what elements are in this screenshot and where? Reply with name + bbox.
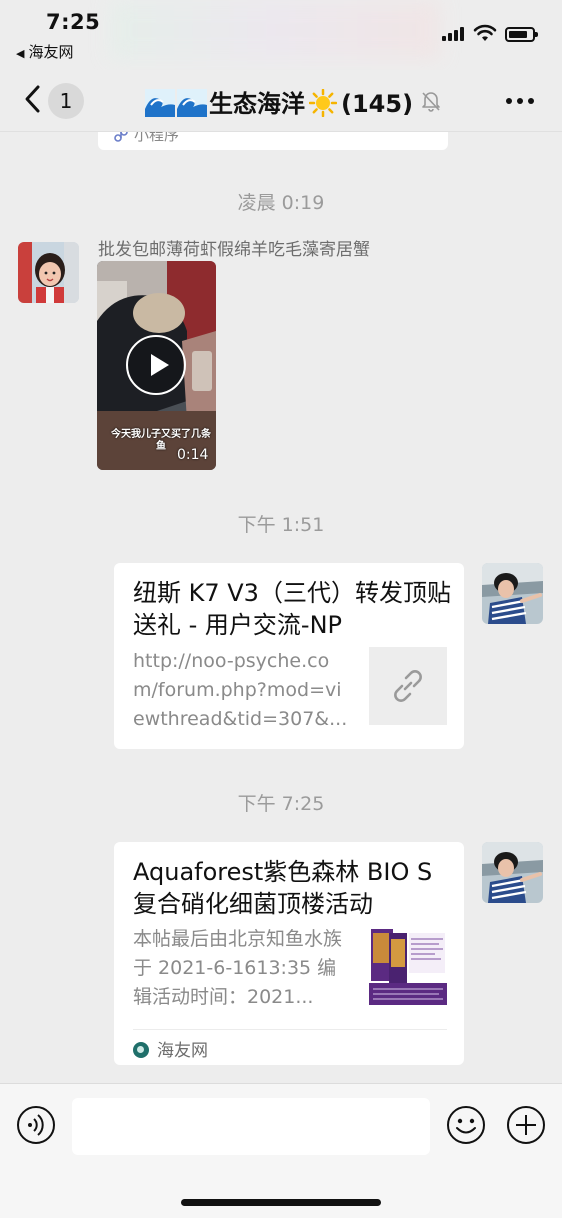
message-input-bar xyxy=(0,1083,562,1218)
wave-emoji-icon xyxy=(145,89,175,117)
wifi-icon xyxy=(473,24,497,41)
link-card-description: 本帖最后由北京知鱼水族于 2021-6-1613:35 编辑活动时间：2021.… xyxy=(133,928,343,1008)
message-text-input[interactable] xyxy=(72,1098,430,1155)
link-card[interactable]: Aquaforest紫色森林 BIO S复合硝化细菌顶楼活动 本帖最后由北京知鱼… xyxy=(114,842,464,1065)
site-logo-icon xyxy=(133,1042,149,1058)
mini-program-card[interactable]: 小程序 xyxy=(98,132,448,150)
status-time: 7:25 xyxy=(46,10,101,34)
cellular-signal-icon xyxy=(442,27,464,41)
back-to-app-link[interactable]: ◀ 海友网 xyxy=(16,41,73,62)
emoji-icon[interactable] xyxy=(446,1105,486,1145)
plus-icon[interactable] xyxy=(506,1105,546,1145)
avatar[interactable] xyxy=(18,242,79,303)
status-bar: 7:25 ◀ 海友网 xyxy=(0,0,562,70)
chevron-left-icon[interactable] xyxy=(22,84,44,114)
sun-emoji-icon xyxy=(309,89,337,117)
link-card-title: Aquaforest紫色森林 BIO S复合硝化细菌顶楼活动 xyxy=(133,858,433,918)
member-count: (145) xyxy=(341,90,414,118)
product-thumbnail-image xyxy=(369,927,447,1005)
avatar[interactable] xyxy=(482,563,543,624)
play-icon[interactable] xyxy=(126,335,186,395)
voice-icon[interactable] xyxy=(16,1105,56,1145)
video-duration: 0:14 xyxy=(177,447,209,463)
link-card-description: http://noo-psyche.com/forum.php?mod=view… xyxy=(133,650,348,730)
mini-program-label: 小程序 xyxy=(134,132,180,144)
mini-program-label-row: 小程序 xyxy=(114,132,179,145)
back-to-app-arrow-icon: ◀ xyxy=(16,47,25,60)
bell-slash-icon xyxy=(422,92,440,112)
home-indicator[interactable] xyxy=(181,1199,381,1206)
avatar[interactable] xyxy=(482,842,543,903)
chat-title-text: 生态海洋 xyxy=(209,90,305,118)
wave-emoji-icon xyxy=(177,89,207,117)
link-card-thumbnail xyxy=(369,927,447,1005)
status-bar-notification-blur xyxy=(110,0,440,60)
link-card-thumbnail xyxy=(369,647,447,725)
link-card[interactable]: 纽斯 K7 V3（三代）转发顶贴送礼 - 用户交流-NP http://noo-… xyxy=(114,563,464,749)
timestamp: 下午 1:51 xyxy=(237,514,325,536)
link-icon xyxy=(394,670,422,702)
link-card-title: 纽斯 K7 V3（三代）转发顶贴送礼 - 用户交流-NP xyxy=(133,579,451,639)
sender-name: 批发包邮薄荷虾假绵羊吃毛藻寄居蟹 xyxy=(98,240,370,260)
unread-count-badge[interactable]: 1 xyxy=(48,83,84,119)
timestamp: 下午 7:25 xyxy=(237,793,325,815)
link-card-source-name: 海友网 xyxy=(157,1041,208,1061)
battery-icon xyxy=(505,27,538,42)
back-to-app-label: 海友网 xyxy=(28,43,74,61)
link-card-source: 海友网 xyxy=(133,1029,447,1061)
mini-program-icon xyxy=(114,132,128,142)
message-list[interactable]: 小程序 凌晨 0:19 批发包邮薄荷虾假绵羊吃毛藻寄居蟹 今天我儿子又买了几条鱼… xyxy=(0,132,562,1083)
chat-header: 1 生态海洋 (145) xyxy=(0,70,562,132)
video-message[interactable]: 今天我儿子又买了几条鱼 0:14 xyxy=(97,261,216,470)
timestamp: 凌晨 0:19 xyxy=(237,192,325,214)
more-dots-icon[interactable] xyxy=(500,94,540,110)
chat-title: 生态海洋 (145) xyxy=(145,84,413,119)
